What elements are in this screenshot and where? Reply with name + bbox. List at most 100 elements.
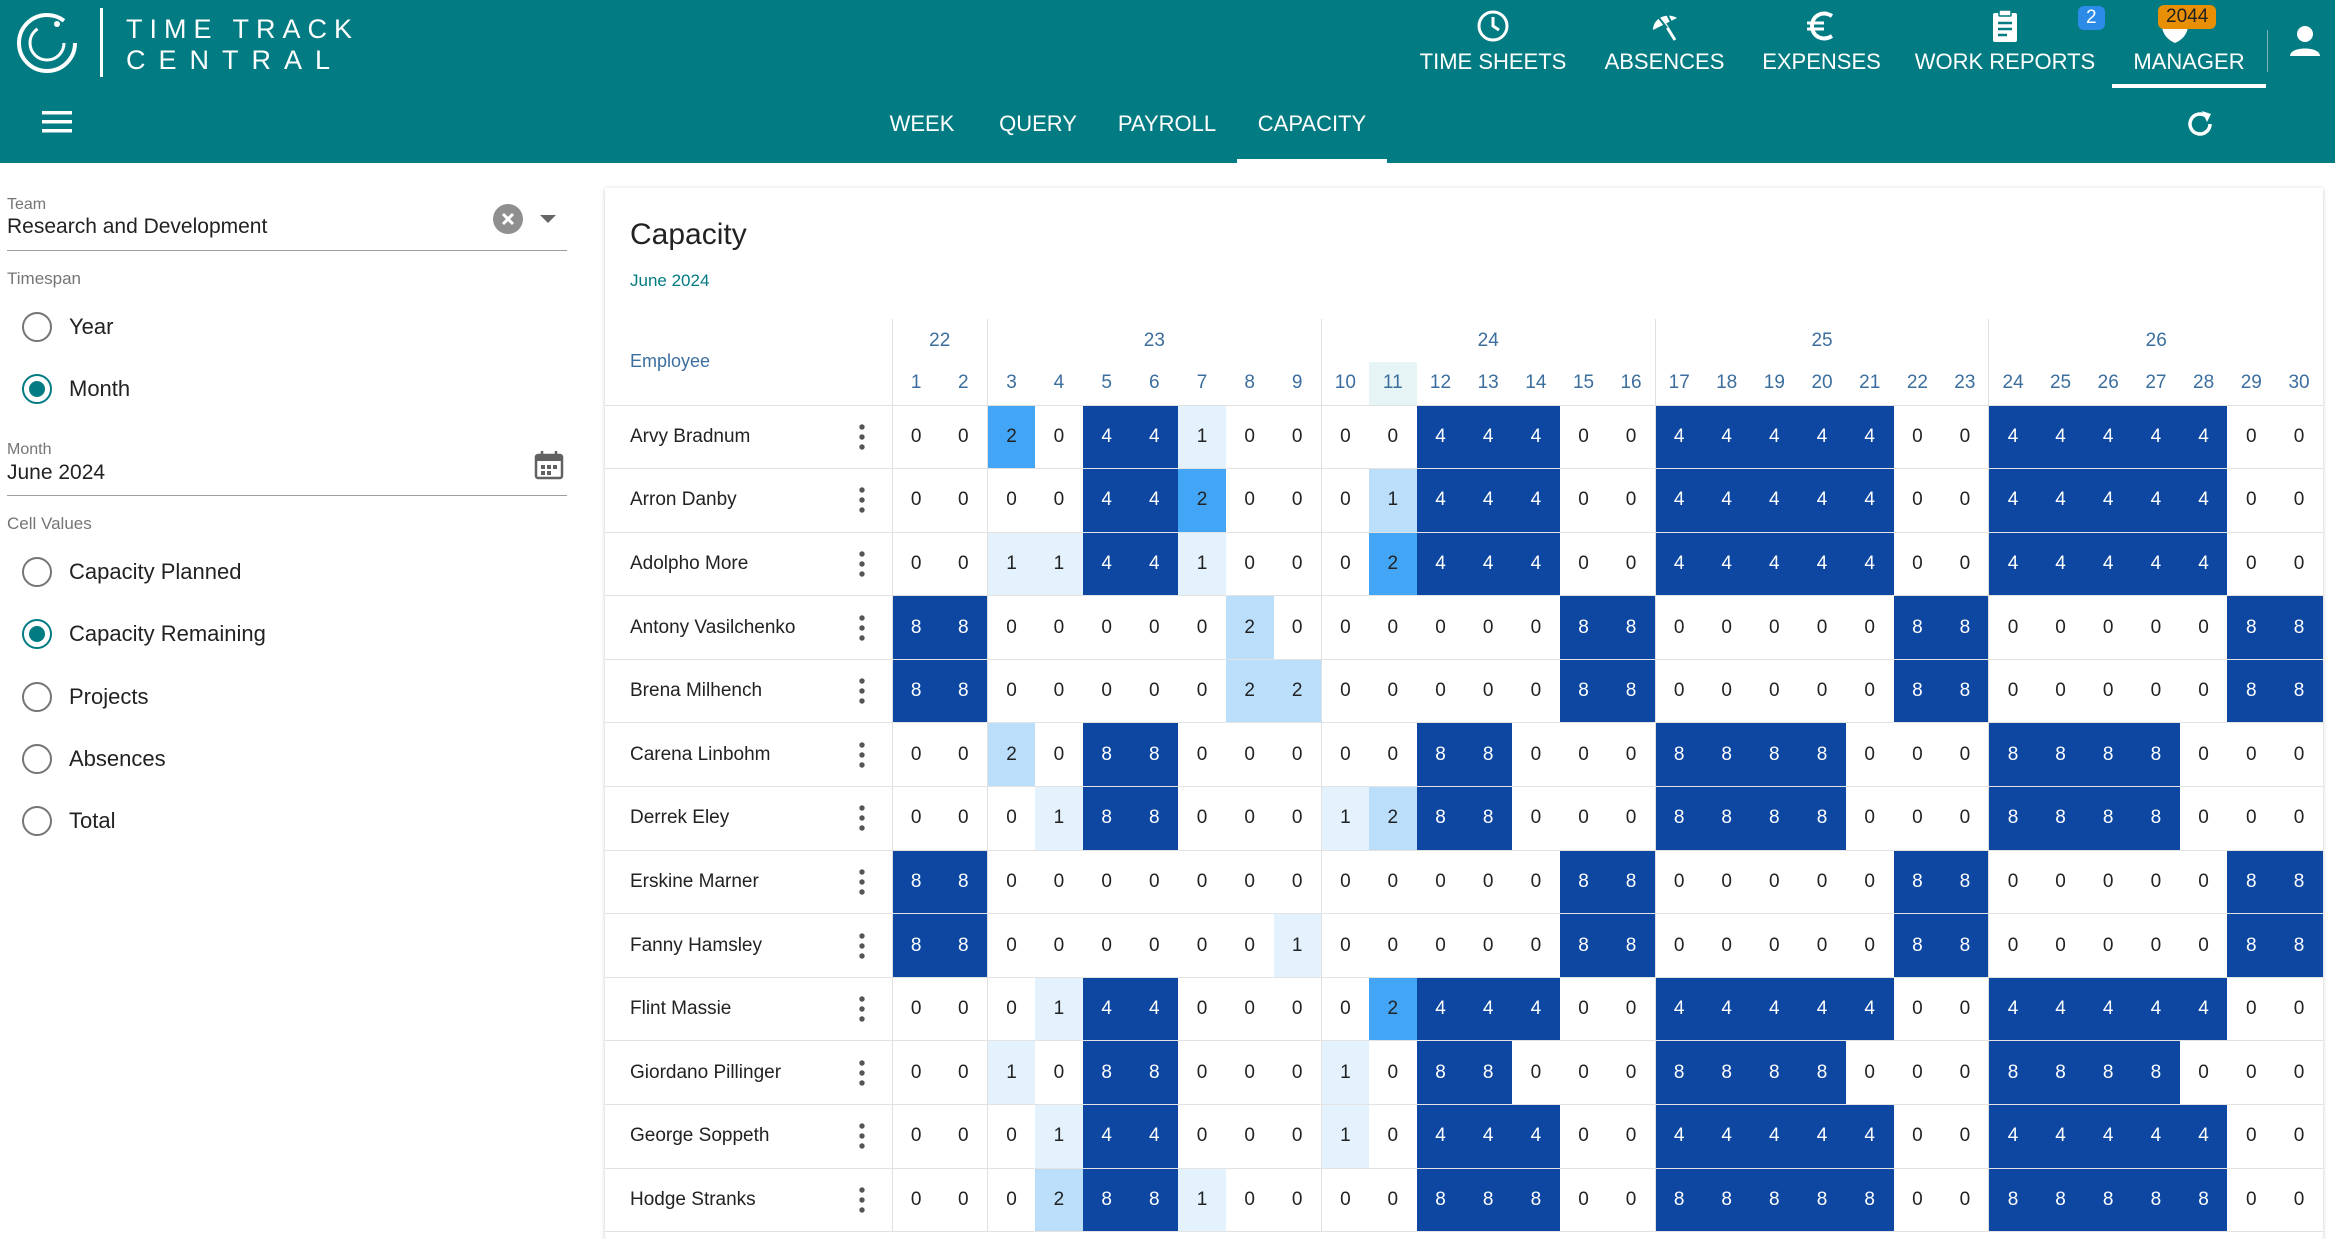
capacity-cell[interactable]: 0 [1035,1040,1083,1106]
capacity-cell[interactable]: 1 [1035,977,1083,1042]
capacity-cell[interactable]: 1 [1035,532,1083,597]
capacity-cell[interactable]: 1 [986,532,1036,597]
capacity-cell[interactable]: 0 [1035,722,1083,788]
capacity-cell[interactable]: 0 [1654,913,1703,978]
capacity-cell[interactable]: 4 [1082,405,1131,470]
capacity-cell[interactable]: 8 [1607,659,1656,724]
capacity-cell[interactable]: 0 [1988,595,2037,660]
capacity-cell[interactable]: 0 [939,468,988,533]
capacity-cell[interactable]: 4 [1082,977,1131,1042]
more-vert-icon[interactable] [858,1060,865,1086]
capacity-cell[interactable]: 8 [1512,1168,1560,1233]
capacity-cell[interactable]: 0 [1559,786,1608,851]
capacity-cell[interactable]: 8 [2084,722,2133,788]
capacity-cell[interactable]: 0 [1082,913,1131,978]
capacity-cell[interactable]: 8 [939,595,988,660]
capacity-cell[interactable]: 0 [2132,850,2180,915]
capacity-cell[interactable]: 8 [1941,913,1989,978]
capacity-cell[interactable]: 0 [1368,405,1417,470]
capacity-cell[interactable]: 4 [1512,977,1560,1042]
capacity-cell[interactable]: 8 [2036,1040,2085,1106]
more-vert-icon[interactable] [858,869,865,895]
capacity-cell[interactable]: 0 [1273,532,1322,597]
capacity-cell[interactable]: 4 [1464,977,1513,1042]
capacity-cell[interactable]: 0 [939,977,988,1042]
tab-capacity[interactable]: CAPACITY [1237,95,1387,163]
capacity-cell[interactable]: 0 [1893,1104,1942,1169]
capacity-cell[interactable]: 0 [1607,532,1656,597]
capacity-cell[interactable]: 0 [891,786,940,851]
capacity-cell[interactable]: 4 [1130,468,1179,533]
capacity-cell[interactable]: 4 [1082,532,1131,597]
capacity-cell[interactable]: 4 [1464,405,1513,470]
capacity-cell[interactable]: 0 [986,977,1036,1042]
logo-icon[interactable] [14,10,80,76]
capacity-cell[interactable]: 0 [2227,1168,2276,1233]
capacity-cell[interactable]: 4 [2036,532,2085,597]
capacity-cell[interactable]: 0 [1416,913,1465,978]
capacity-cell[interactable]: 8 [1702,1168,1751,1233]
capacity-cell[interactable]: 0 [1225,977,1274,1042]
capacity-cell[interactable]: 8 [2275,659,2323,724]
capacity-cell[interactable]: 0 [1368,1168,1417,1233]
capacity-cell[interactable]: 8 [2132,1168,2180,1233]
capacity-cell[interactable]: 2 [1178,468,1226,533]
capacity-cell[interactable]: 4 [1702,468,1751,533]
radio-absences[interactable] [22,744,52,774]
capacity-cell[interactable]: 0 [1035,659,1083,724]
capacity-cell[interactable]: 8 [891,595,940,660]
capacity-cell[interactable]: 4 [1988,977,2037,1042]
capacity-cell[interactable]: 8 [2036,786,2085,851]
capacity-cell[interactable]: 0 [1559,1104,1608,1169]
capacity-cell[interactable]: 0 [1988,850,2037,915]
capacity-cell[interactable]: 0 [1082,850,1131,915]
capacity-cell[interactable]: 8 [2227,913,2276,978]
more-vert-icon[interactable] [858,742,865,768]
capacity-cell[interactable]: 4 [2179,532,2228,597]
capacity-cell[interactable]: 0 [1178,913,1226,978]
capacity-cell[interactable]: 4 [1512,1104,1560,1169]
capacity-cell[interactable]: 0 [2275,786,2323,851]
capacity-cell[interactable]: 0 [939,1168,988,1233]
capacity-cell[interactable]: 4 [1750,977,1799,1042]
capacity-cell[interactable]: 4 [2084,405,2133,470]
more-vert-icon[interactable] [858,424,865,450]
capacity-cell[interactable]: 0 [1273,1168,1322,1233]
capacity-cell[interactable]: 0 [1178,850,1226,915]
capacity-cell[interactable]: 0 [1320,659,1369,724]
capacity-cell[interactable]: 0 [2179,595,2228,660]
capacity-cell[interactable]: 8 [939,913,988,978]
capacity-cell[interactable]: 0 [1607,405,1656,470]
capacity-cell[interactable]: 4 [2179,468,2228,533]
capacity-cell[interactable]: 0 [1988,913,2037,978]
capacity-cell[interactable]: 0 [1845,913,1894,978]
capacity-cell[interactable]: 4 [2132,1104,2180,1169]
capacity-cell[interactable]: 8 [1702,786,1751,851]
capacity-cell[interactable]: 0 [1178,1104,1226,1169]
capacity-cell[interactable]: 0 [1893,786,1942,851]
capacity-cell[interactable]: 8 [1798,786,1846,851]
capacity-cell[interactable]: 8 [1130,786,1179,851]
capacity-cell[interactable]: 4 [1464,468,1513,533]
capacity-cell[interactable]: 4 [1464,532,1513,597]
capacity-cell[interactable]: 0 [1559,468,1608,533]
capacity-cell[interactable]: 4 [1130,1104,1179,1169]
capacity-cell[interactable]: 0 [2179,1040,2228,1106]
capacity-cell[interactable]: 0 [986,595,1036,660]
capacity-cell[interactable]: 4 [1512,405,1560,470]
capacity-cell[interactable]: 8 [939,659,988,724]
capacity-cell[interactable]: 0 [2132,659,2180,724]
capacity-cell[interactable]: 0 [1893,1040,1942,1106]
capacity-cell[interactable]: 4 [1988,1104,2037,1169]
capacity-cell[interactable]: 8 [1798,722,1846,788]
more-vert-icon[interactable] [858,487,865,514]
capacity-cell[interactable]: 8 [2132,722,2180,788]
capacity-cell[interactable]: 4 [2179,977,2228,1042]
capacity-cell[interactable]: 0 [1941,722,1989,788]
radio-total[interactable] [22,806,52,836]
capacity-cell[interactable]: 0 [1273,786,1322,851]
capacity-cell[interactable]: 8 [891,850,940,915]
capacity-cell[interactable]: 0 [2275,1168,2323,1233]
capacity-cell[interactable]: 0 [1941,1168,1989,1233]
capacity-cell[interactable]: 4 [1130,532,1179,597]
